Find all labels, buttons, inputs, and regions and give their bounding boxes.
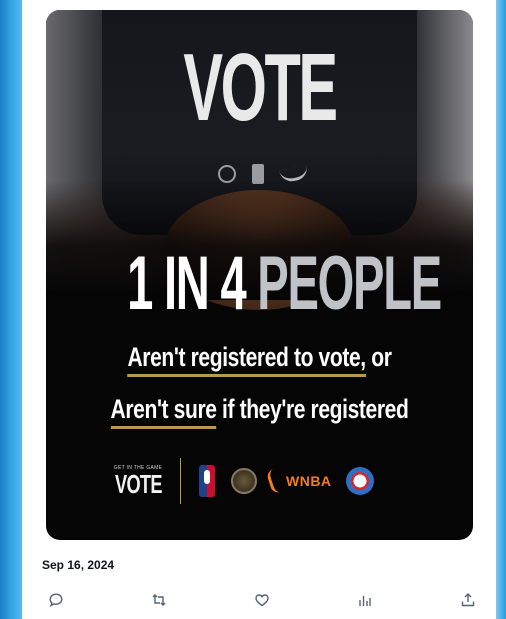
- campaign-vote-text: VOTE: [114, 469, 162, 499]
- partner-logos: GET IN THE GAME VOTE WNBA: [114, 456, 406, 506]
- tweet-card: VOTE 1 IN 4 PEOPLE Aren't registered to …: [22, 0, 496, 619]
- share-button[interactable]: [454, 586, 482, 614]
- subline-2-rest: if they're registered: [216, 394, 409, 424]
- wnba-text: WNBA: [286, 473, 332, 489]
- like-button[interactable]: [248, 586, 276, 614]
- views-button[interactable]: [351, 586, 379, 614]
- heart-icon: [255, 594, 269, 607]
- wnba-logo: WNBA: [265, 467, 332, 495]
- subline-1-rest: or: [365, 342, 392, 372]
- subline-2: Aren't sure if they're registered: [93, 394, 426, 429]
- npa-logo-icon: [231, 468, 257, 494]
- blue-background-right: [496, 0, 506, 619]
- upload-arrow-icon: [461, 593, 475, 607]
- headline-number: 1 IN 4: [127, 241, 258, 326]
- repost-arrows-icon: [152, 594, 166, 606]
- subline-2-underlined: Aren't sure: [110, 394, 217, 429]
- blue-background-left: [0, 0, 22, 619]
- speech-bubble-icon: [49, 593, 63, 608]
- subline-1: Aren't registered to vote, or: [93, 342, 426, 377]
- wnba-figure-icon: [265, 467, 286, 495]
- get-in-the-game-vote-logo: GET IN THE GAME VOTE: [114, 465, 162, 499]
- tweet-media-image[interactable]: VOTE 1 IN 4 PEOPLE Aren't registered to …: [46, 10, 473, 540]
- headline-people: PEOPLE: [257, 241, 442, 326]
- shirt-vote-text: VOTE: [183, 34, 338, 141]
- nba-logo-icon: [199, 465, 215, 497]
- repost-button[interactable]: [145, 586, 173, 614]
- gold-divider: [180, 458, 181, 504]
- bar-chart-icon: [359, 596, 371, 606]
- action-bar: [42, 586, 482, 614]
- wnbpa-logo-icon: [345, 467, 374, 495]
- headline: 1 IN 4 PEOPLE: [127, 246, 442, 322]
- subline-1-underlined: Aren't registered to vote,: [127, 342, 366, 377]
- reply-button[interactable]: [42, 586, 70, 614]
- post-date[interactable]: Sep 16, 2024: [42, 558, 114, 572]
